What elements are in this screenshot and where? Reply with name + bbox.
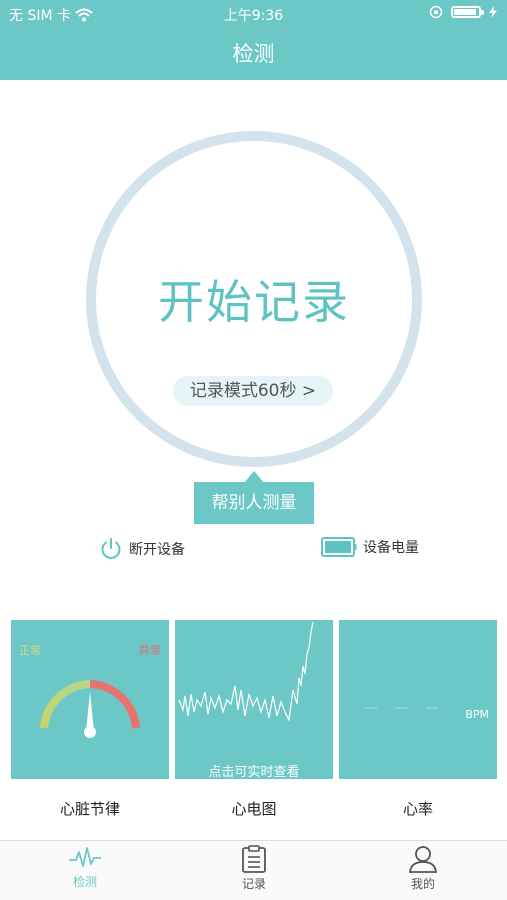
phone-battery-icon [451,6,484,18]
tab-records-label: 记录 [241,877,266,891]
start-record-button[interactable]: 开始记录 [86,266,422,332]
disconnect-label: 断开设备 [129,542,185,558]
tab-detect-label: 检测 [72,875,97,889]
bpm-unit: BPM [465,708,489,721]
orientation-lock-icon [429,5,443,19]
page-title: 检测 [232,42,275,66]
tab-records[interactable]: 记录 [204,845,304,892]
device-battery-icon [321,537,357,557]
tab-profile[interactable]: 我的 [373,845,473,892]
heart-rate-value: — — — [364,700,445,716]
heart-rate-label: 心率 [402,800,433,818]
status-right [429,5,497,19]
ecg-waveform [178,621,314,723]
help-other-measure-button[interactable]: 帮别人测量 [194,482,314,524]
user-icon [409,846,437,873]
record-mode-selector[interactable]: 记录模式60秒 > [173,376,333,406]
ecg-label: 心电图 [231,800,277,818]
disconnect-device-button[interactable]: 断开设备 [99,537,185,561]
heart-rhythm-label: 心脏节律 [59,800,120,818]
ecg-hint-text: 点击可实时查看 [208,765,300,779]
heart-rate-card[interactable]: — — — BPM [339,620,497,779]
pulse-icon [69,847,101,867]
power-icon [101,538,121,559]
tab-detect[interactable]: 检测 [35,845,135,890]
rhythm-gauge [40,680,140,738]
tab-profile-label: 我的 [410,877,435,891]
charging-icon [489,6,497,18]
heart-rhythm-card[interactable]: 正常 异常 [11,620,169,779]
clipboard-icon [242,845,266,873]
device-battery-status: 设备电量 [321,537,419,557]
device-battery-label: 设备电量 [363,540,419,556]
ecg-card[interactable]: 点击可实时查看 [175,620,333,779]
